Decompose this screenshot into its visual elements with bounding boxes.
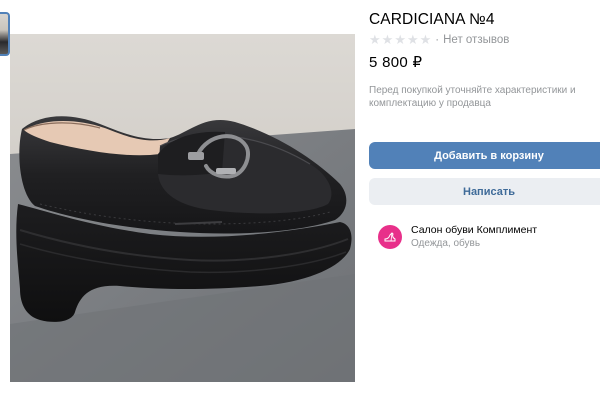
seller-name[interactable]: Салон обуви Комплимент: [411, 223, 537, 237]
reviews-count[interactable]: Нет отзывов: [443, 34, 509, 46]
shoe-logo-icon[interactable]: [378, 225, 402, 249]
seller-card[interactable]: Салон обуви Комплимент Одежда, обувь: [378, 223, 537, 250]
star-icon: ★: [381, 32, 394, 47]
seller-note: Перед покупкой уточняйте характеристики …: [369, 85, 576, 109]
product-title: CARDICIANA №4: [369, 11, 495, 28]
star-icon: ★: [369, 32, 381, 47]
separator-dot: ·: [435, 34, 440, 46]
product-info-panel: CARDICIANA №4 ★ ★ ★ ★ ★ · Нет отзывов 5 …: [369, 0, 600, 400]
add-to-cart-button[interactable]: Добавить в корзину: [369, 142, 600, 169]
rating-stars: ★ ★ ★ ★ ★: [369, 33, 431, 47]
seller-category: Одежда, обувь: [411, 238, 481, 249]
product-photo[interactable]: [10, 34, 355, 382]
product-price: 5 800 ₽: [369, 54, 423, 71]
product-thumbnail[interactable]: [0, 12, 10, 56]
product-rating[interactable]: ★ ★ ★ ★ ★ · Нет отзывов: [369, 33, 509, 47]
star-icon: ★: [419, 32, 432, 47]
star-icon: ★: [394, 32, 406, 47]
message-seller-button[interactable]: Написать: [369, 178, 600, 205]
loafer-shoe-image: [10, 34, 355, 382]
star-icon: ★: [406, 32, 419, 47]
